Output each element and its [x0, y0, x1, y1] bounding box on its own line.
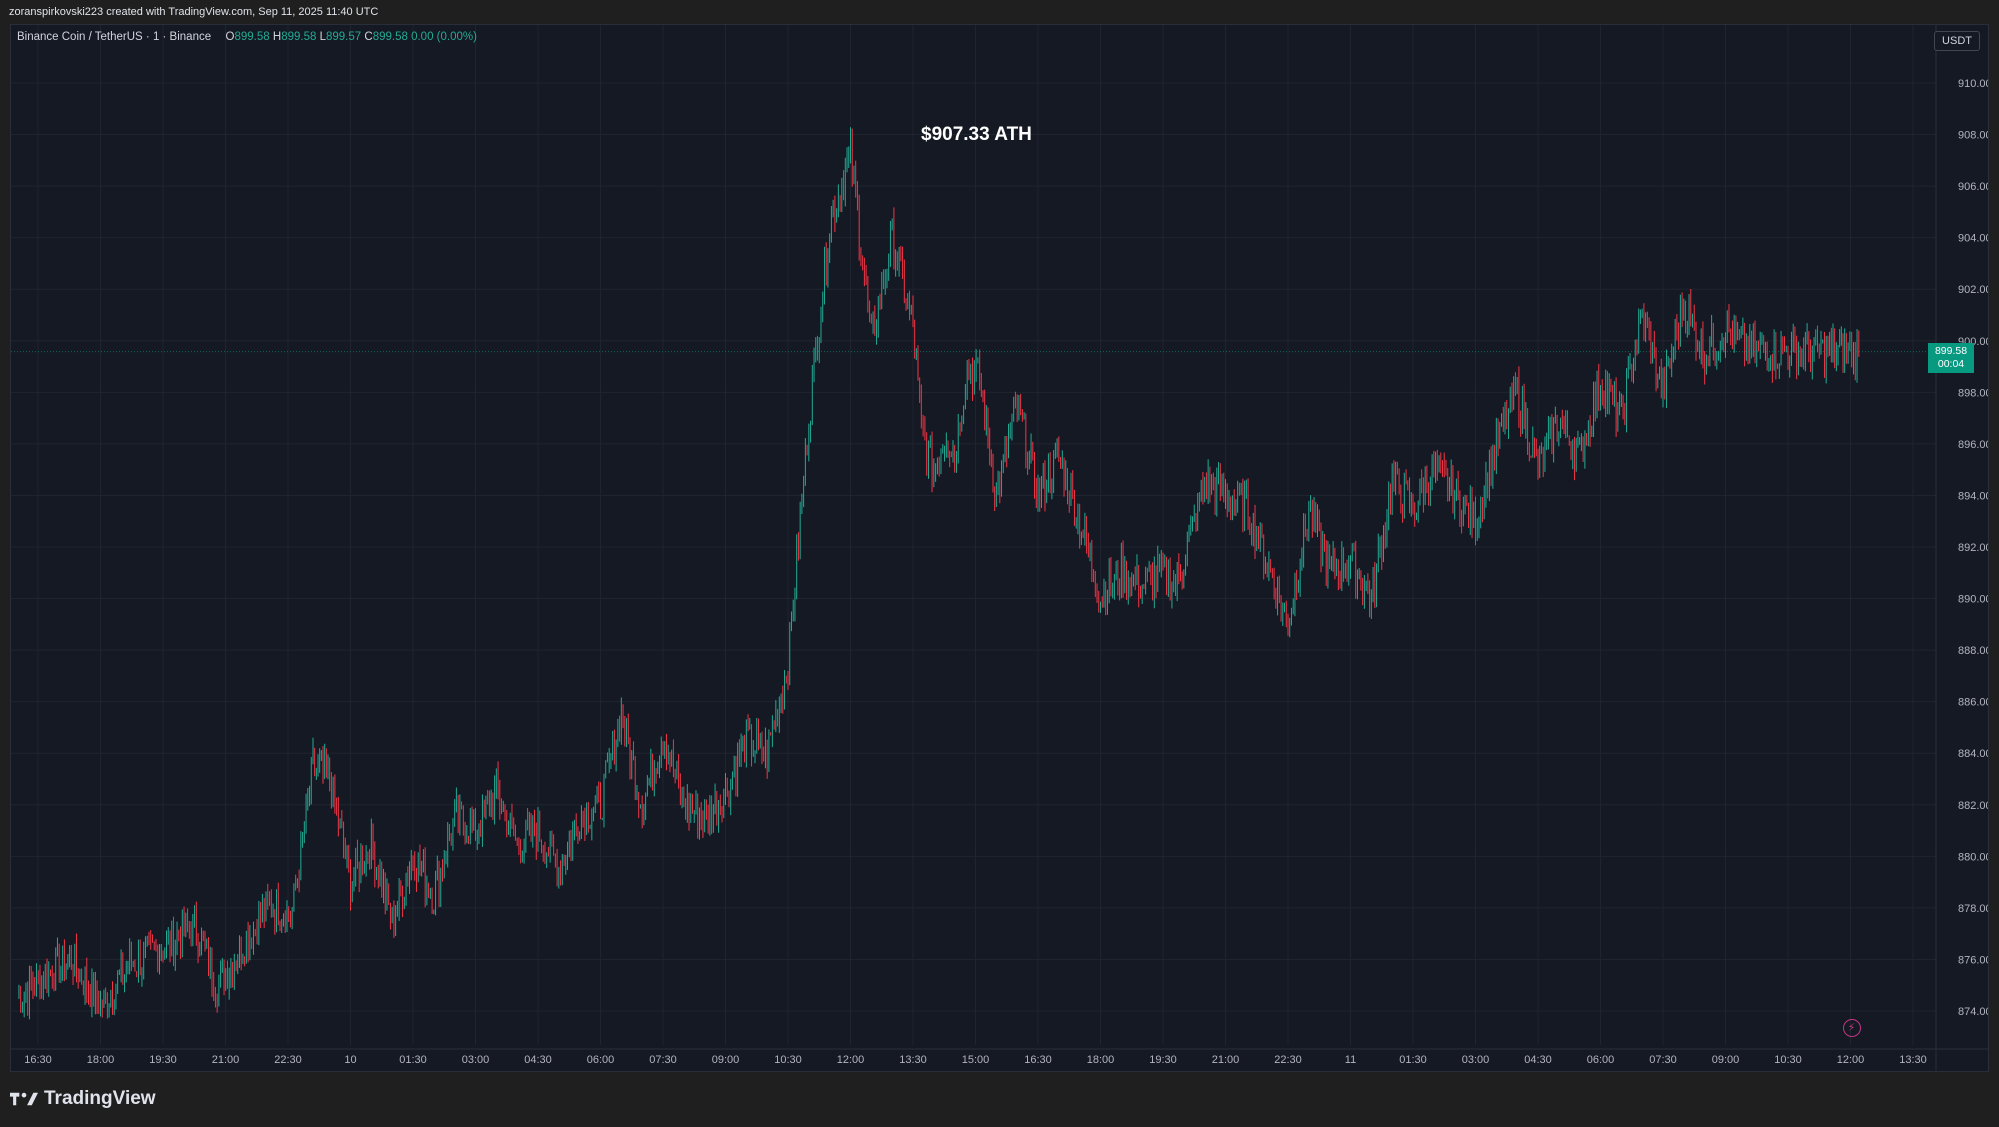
x-tick-label: 16:30 [24, 1054, 52, 1066]
y-tick-label: 894.00 [1958, 490, 1988, 502]
bar-countdown: 00:04 [1937, 357, 1965, 370]
x-tick-label: 07:30 [649, 1054, 677, 1066]
change-value: 0.00 (0.00%) [411, 31, 477, 43]
y-tick-label: 902.00 [1958, 284, 1988, 296]
x-tick-label: 03:00 [1462, 1054, 1490, 1066]
x-tick-label: 07:30 [1649, 1054, 1677, 1066]
x-tick-label: 19:30 [1149, 1054, 1177, 1066]
x-tick-label: 04:30 [1524, 1054, 1552, 1066]
plot-background [11, 25, 1988, 1071]
x-tick-label: 10:30 [1774, 1054, 1802, 1066]
x-tick-label: 12:00 [1837, 1054, 1865, 1066]
price-chart[interactable]: 910.00908.00906.00904.00902.00900.00898.… [11, 25, 1988, 1071]
x-tick-label: 04:30 [524, 1054, 552, 1066]
y-tick-label: 898.00 [1958, 387, 1988, 399]
y-tick-label: 876.00 [1958, 954, 1988, 966]
y-tick-label: 884.00 [1958, 748, 1988, 760]
y-tick-label: 910.00 [1958, 78, 1988, 90]
high-value: 899.58 [281, 31, 317, 43]
x-tick-label: 10 [344, 1054, 356, 1066]
top-caption-bar: zoranspirkovski223 created with TradingV… [0, 0, 1999, 24]
open-value: 899.58 [234, 31, 270, 43]
y-tick-label: 882.00 [1958, 800, 1988, 812]
y-tick-label: 904.00 [1958, 233, 1988, 245]
footer-bar: TradingView [0, 1072, 1999, 1127]
x-tick-label: 12:00 [837, 1054, 865, 1066]
x-tick-label: 18:00 [87, 1054, 115, 1066]
x-tick-label: 03:00 [462, 1054, 490, 1066]
tradingview-brand: TradingView [44, 1088, 156, 1109]
y-tick-label: 888.00 [1958, 645, 1988, 657]
x-tick-label: 22:30 [1274, 1054, 1302, 1066]
y-tick-label: 886.00 [1958, 697, 1988, 709]
created-by-caption: zoranspirkovski223 created with TradingV… [9, 6, 379, 18]
y-tick-label: 908.00 [1958, 130, 1988, 142]
x-tick-label: 13:30 [1899, 1054, 1927, 1066]
x-tick-label: 22:30 [274, 1054, 302, 1066]
x-tick-label: 16:30 [1024, 1054, 1052, 1066]
symbol-description[interactable]: Binance Coin / TetherUS · 1 · Binance [17, 31, 211, 43]
low-value: 899.57 [325, 31, 362, 43]
x-tick-label: 13:30 [899, 1054, 927, 1066]
x-tick-label: 06:00 [587, 1054, 615, 1066]
y-tick-label: 874.00 [1958, 1006, 1988, 1018]
y-tick-label: 892.00 [1958, 542, 1988, 554]
y-tick-label: 890.00 [1958, 594, 1988, 606]
last-price-value: 899.58 [1934, 344, 1968, 357]
lightning-icon[interactable]: ⚡ [1842, 1019, 1861, 1037]
x-tick-label: 01:30 [1399, 1054, 1427, 1066]
y-tick-label: 878.00 [1958, 903, 1988, 915]
x-tick-label: 19:30 [149, 1054, 177, 1066]
x-tick-label: 09:00 [712, 1054, 740, 1066]
close-label: C [364, 31, 373, 43]
x-tick-label: 21:00 [1212, 1054, 1240, 1066]
x-tick-label: 18:00 [1087, 1054, 1115, 1066]
high-label: H [272, 31, 282, 43]
chart-frame[interactable]: 910.00908.00906.00904.00902.00900.00898.… [10, 24, 1989, 1072]
x-tick-label: 15:00 [962, 1054, 990, 1066]
x-tick-label: 21:00 [212, 1054, 240, 1066]
tradingview-logo-icon [10, 1092, 38, 1106]
x-tick-label: 06:00 [1587, 1054, 1615, 1066]
x-tick-label: 11 [1345, 1054, 1356, 1066]
y-tick-label: 880.00 [1958, 851, 1988, 863]
x-tick-label: 09:00 [1712, 1054, 1740, 1066]
ohlc-legend: Binance Coin / TetherUS · 1 · Binance O8… [17, 31, 477, 43]
x-tick-label: 10:30 [774, 1054, 802, 1066]
y-tick-label: 906.00 [1958, 181, 1988, 193]
last-price-tag: 899.58 00:04 [1928, 342, 1974, 373]
ath-annotation[interactable]: $907.33 ATH [921, 124, 1032, 146]
close-value: 899.58 [372, 31, 408, 43]
y-tick-label: 896.00 [1958, 439, 1988, 451]
currency-button[interactable]: USDT [1934, 31, 1980, 51]
tradingview-logo[interactable]: TradingView [10, 1088, 156, 1110]
x-tick-label: 01:30 [399, 1054, 427, 1066]
